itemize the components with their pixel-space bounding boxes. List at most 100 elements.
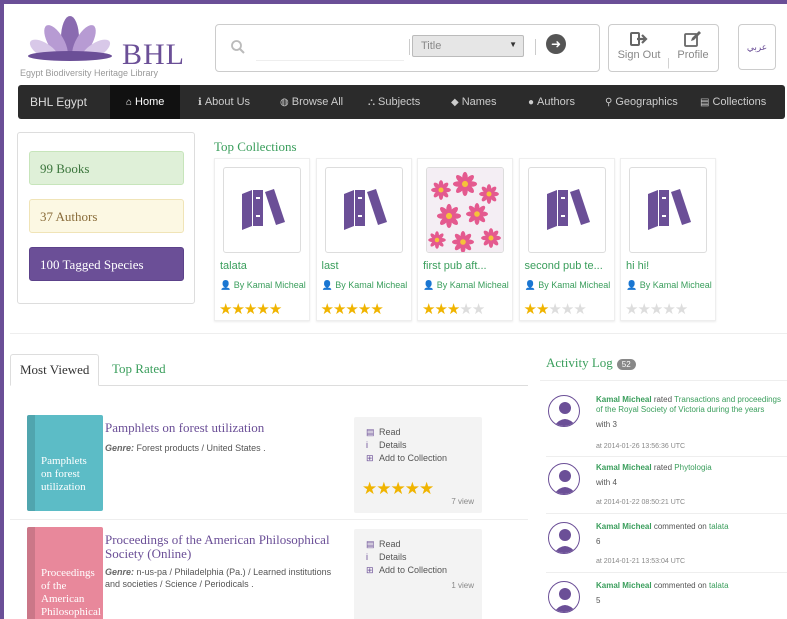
nav-item-authors[interactable]: ● Authors: [528, 85, 575, 119]
star-icon[interactable]: ★: [675, 301, 688, 318]
collection-author[interactable]: 👤 By Kamal Micheal: [626, 280, 712, 291]
search-submit-button[interactable]: ➜: [546, 34, 566, 54]
nav-item-about-us[interactable]: ℹ About Us: [198, 85, 250, 119]
star-icon[interactable]: ★: [419, 479, 434, 498]
book-title-link[interactable]: Proceedings of the American Philosophica…: [105, 533, 355, 561]
activity-action: commented on: [653, 581, 707, 590]
collection-rating[interactable]: ★★★★★: [219, 300, 282, 318]
activity-user-link[interactable]: Kamal Micheal: [596, 463, 652, 472]
collection-name[interactable]: last: [322, 260, 339, 272]
tab-most-viewed[interactable]: Most Viewed: [10, 354, 100, 386]
avatar[interactable]: [548, 581, 580, 613]
nav-item-names[interactable]: ◆ Names: [451, 85, 497, 119]
nav-brand[interactable]: BHL Egypt: [30, 95, 87, 109]
collection-name[interactable]: hi hi!: [626, 260, 649, 272]
star-icon[interactable]: ★: [422, 301, 435, 318]
avatar[interactable]: [548, 463, 580, 495]
star-icon[interactable]: ★: [244, 301, 257, 318]
star-icon[interactable]: ★: [321, 301, 334, 318]
book-cover[interactable]: Proceedings of the American Philosophica…: [27, 527, 103, 619]
collection-rating[interactable]: ★★★★★: [422, 300, 485, 318]
collection-name[interactable]: talata: [220, 260, 247, 272]
nav-item-subjects[interactable]: ⛬ Subjects: [368, 85, 420, 119]
species-count-button[interactable]: 100 Tagged Species: [29, 247, 184, 281]
star-icon[interactable]: ★: [548, 301, 561, 318]
star-icon[interactable]: ★: [662, 301, 675, 318]
star-icon[interactable]: ★: [650, 301, 663, 318]
language-button[interactable]: عربي: [738, 24, 776, 70]
star-icon[interactable]: ★: [524, 301, 537, 318]
activity-target-link[interactable]: talata: [709, 581, 729, 590]
book-cover[interactable]: Pamphlets on forest utilization: [27, 415, 103, 511]
site-logo[interactable]: BHL Egypt Biodiversity Heritage Library: [18, 14, 188, 78]
collection-rating[interactable]: ★★★★★: [524, 300, 587, 318]
authors-count-button[interactable]: 37 Authors: [29, 199, 184, 233]
nav-item-home[interactable]: ⌂ Home: [110, 85, 180, 119]
star-icon[interactable]: ★: [370, 301, 383, 318]
collection-thumbnail[interactable]: [223, 167, 301, 253]
collection-author[interactable]: 👤 By Kamal Micheal: [322, 280, 408, 291]
star-icon[interactable]: ★: [561, 301, 574, 318]
avatar[interactable]: [548, 522, 580, 554]
star-icon[interactable]: ★: [637, 301, 650, 318]
star-icon[interactable]: ★: [573, 301, 586, 318]
collection-rating[interactable]: ★★★★★: [625, 300, 688, 318]
tab-top-rated[interactable]: Top Rated: [103, 354, 175, 386]
star-icon[interactable]: ★: [391, 479, 406, 498]
collection-author[interactable]: 👤 By Kamal Micheal: [220, 280, 306, 291]
star-icon[interactable]: ★: [333, 301, 346, 318]
search-field-select[interactable]: Title ▼: [412, 35, 524, 57]
collection-card[interactable]: first pub aft... 👤 By Kamal Micheal ★★★★★: [417, 158, 513, 321]
collection-card[interactable]: second pub te... 👤 By Kamal Micheal ★★★★★: [518, 158, 615, 321]
star-icon[interactable]: ★: [405, 479, 420, 498]
activity-target-link[interactable]: talata: [709, 522, 729, 531]
star-icon[interactable]: ★: [269, 301, 282, 318]
star-icon[interactable]: ★: [376, 479, 391, 498]
collection-thumbnail[interactable]: [324, 167, 403, 253]
read-button[interactable]: ▤ Read: [366, 427, 401, 438]
star-icon[interactable]: ★: [358, 301, 371, 318]
sign-out-button[interactable]: Sign Out: [615, 31, 663, 61]
read-button[interactable]: ▤ Read: [366, 539, 401, 550]
profile-button[interactable]: Profile: [669, 31, 717, 61]
activity-user-link[interactable]: Kamal Micheal: [596, 522, 652, 531]
book-rating[interactable]: ★★★★★: [362, 479, 434, 499]
collection-author[interactable]: 👤 By Kamal Micheal: [423, 280, 509, 291]
activity-user-link[interactable]: Kamal Micheal: [596, 581, 652, 590]
star-icon[interactable]: ★: [536, 301, 549, 318]
star-icon[interactable]: ★: [345, 301, 358, 318]
collection-card[interactable]: hi hi! 👤 By Kamal Micheal ★★★★★: [620, 158, 716, 321]
collection-card[interactable]: last 👤 By Kamal Micheal ★★★★★: [315, 158, 412, 321]
nav-item-collections[interactable]: ▤ Collections: [700, 85, 766, 119]
add-to-collection-button[interactable]: ⊞ Add to Collection: [366, 565, 447, 576]
collection-name[interactable]: second pub te...: [525, 260, 603, 272]
collection-thumbnail[interactable]: [527, 167, 606, 253]
nav-item-geographics[interactable]: ⚲ Geographics: [605, 85, 678, 119]
star-icon[interactable]: ★: [219, 301, 232, 318]
avatar[interactable]: [548, 395, 580, 427]
collection-rating[interactable]: ★★★★★: [321, 300, 384, 318]
collection-author[interactable]: 👤 By Kamal Micheal: [525, 280, 611, 291]
star-icon[interactable]: ★: [459, 301, 472, 318]
collection-thumbnail[interactable]: [629, 167, 707, 253]
add-to-collection-button[interactable]: ⊞ Add to Collection: [366, 453, 447, 464]
star-icon[interactable]: ★: [362, 479, 377, 498]
search-input[interactable]: [256, 37, 404, 61]
books-count-button[interactable]: 99 Books: [29, 151, 184, 185]
details-button[interactable]: i Details: [366, 440, 407, 450]
collection-thumbnail[interactable]: [426, 167, 504, 253]
activity-target-link[interactable]: Phytologia: [674, 463, 711, 472]
collection-card[interactable]: talata 👤 By Kamal Micheal ★★★★★: [214, 158, 310, 321]
star-icon[interactable]: ★: [434, 301, 447, 318]
collection-name[interactable]: first pub aft...: [423, 260, 487, 272]
star-icon[interactable]: ★: [447, 301, 460, 318]
details-button[interactable]: i Details: [366, 552, 407, 562]
book-title-link[interactable]: Pamphlets on forest utilization: [105, 421, 355, 435]
nav-item-browse-all[interactable]: ◍ Browse All: [280, 85, 343, 119]
user-silhouette-icon: [554, 529, 576, 553]
activity-user-link[interactable]: Kamal Micheal: [596, 395, 652, 404]
star-icon[interactable]: ★: [231, 301, 244, 318]
star-icon[interactable]: ★: [472, 301, 485, 318]
star-icon[interactable]: ★: [256, 301, 269, 318]
star-icon[interactable]: ★: [625, 301, 638, 318]
